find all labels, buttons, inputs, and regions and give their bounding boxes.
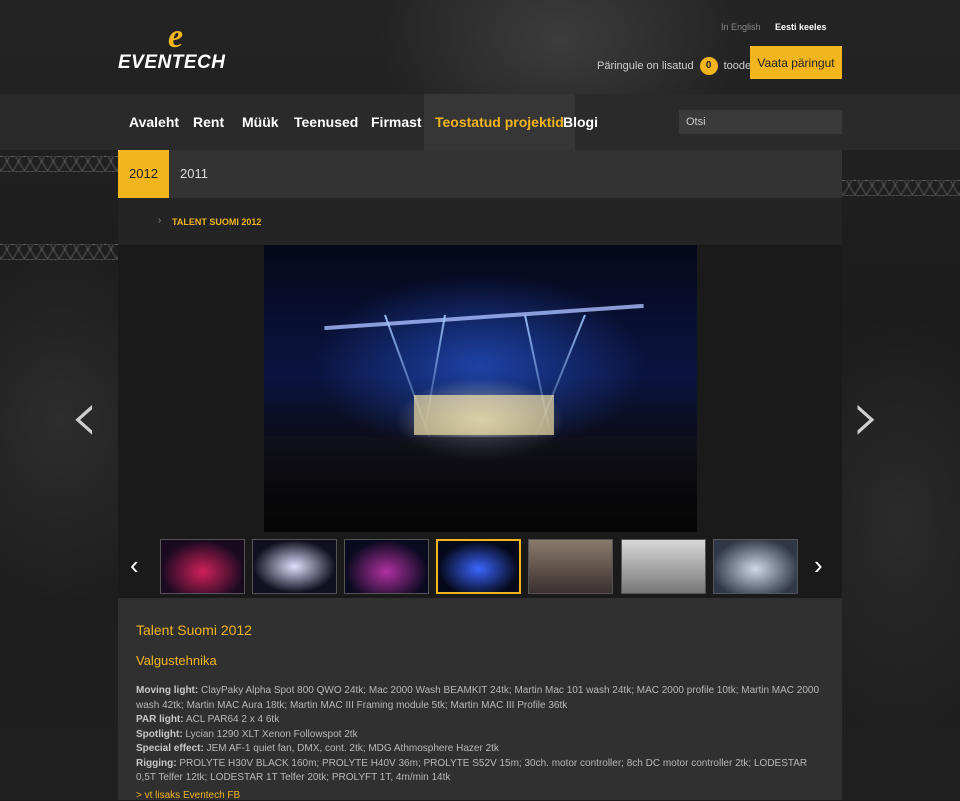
truss-decoration xyxy=(0,156,118,172)
thumbs-next-arrow[interactable]: › xyxy=(814,546,823,584)
main-nav: Avaleht Rent Müük Teenused Firmast Teost… xyxy=(0,94,960,150)
nav-teenused[interactable]: Teenused xyxy=(294,94,358,150)
equipment-row: Moving light: ClayPaky Alpha Spot 800 QW… xyxy=(136,685,820,711)
photo-gallery: ‹ › xyxy=(118,245,842,598)
search-input[interactable]: Otsi xyxy=(679,110,842,134)
main-photo[interactable] xyxy=(264,245,697,532)
section-heading: Valgustehnika xyxy=(136,653,217,668)
equipment-row: Rigging: PROLYTE H30V BLACK 160m; PROLYT… xyxy=(136,757,808,784)
thumbnail[interactable] xyxy=(621,539,706,594)
thumbnail-strip: ‹ › xyxy=(118,532,842,598)
view-request-button[interactable]: Vaata päringut xyxy=(750,46,842,79)
equipment-row: Spotlight: Lycian 1290 XLT Xenon Follows… xyxy=(136,728,358,740)
tab-year-2012[interactable]: 2012 xyxy=(118,150,169,204)
nav-avaleht[interactable]: Avaleht xyxy=(129,94,179,150)
equipment-row: PAR light: ACL PAR64 2 x 4 6tk xyxy=(136,714,280,725)
stage-glow xyxy=(414,395,554,435)
nav-muuk[interactable]: Müük xyxy=(242,94,279,150)
project-breadcrumb: › TALENT SUOMI 2012 xyxy=(118,198,842,245)
stage-truss xyxy=(324,303,644,331)
audience xyxy=(264,437,697,532)
eventech-logo[interactable]: e EVENTECH xyxy=(118,18,250,74)
site-header: e EVENTECH In English Eesti keeles Pärin… xyxy=(0,0,960,94)
thumbs-prev-arrow[interactable]: ‹ xyxy=(130,546,139,584)
cart-prefix: Päringule on lisatud xyxy=(597,60,694,72)
nav-teostatud-projektid[interactable]: Teostatud projektid xyxy=(424,94,575,150)
thumbnail[interactable] xyxy=(252,539,337,594)
logo-e-mark: e xyxy=(168,18,184,55)
next-project-arrow[interactable]: › xyxy=(852,380,881,452)
facebook-more-link[interactable]: > vt lisaks Eventech FB xyxy=(136,790,240,801)
thumbnail[interactable] xyxy=(160,539,245,594)
thumbnail-active[interactable] xyxy=(436,539,521,594)
prev-project-arrow[interactable]: ‹ xyxy=(70,380,99,452)
thumbnail[interactable] xyxy=(713,539,798,594)
project-content: 2012 2011 › TALENT SUOMI 2012 ‹ › Talent… xyxy=(118,150,842,801)
nav-firmast[interactable]: Firmast xyxy=(371,94,422,150)
logo-wordmark: EVENTECH xyxy=(118,52,226,73)
year-tabs: 2012 2011 xyxy=(118,150,842,204)
project-details: Talent Suomi 2012 Valgustehnika Moving l… xyxy=(118,598,842,801)
thumbnail[interactable] xyxy=(344,539,429,594)
project-title: Talent Suomi 2012 xyxy=(136,622,252,638)
tab-year-2011[interactable]: 2011 xyxy=(180,150,208,198)
truss-decoration xyxy=(0,244,118,260)
lang-estonian-link[interactable]: Eesti keeles xyxy=(775,22,827,32)
cart-summary: Päringule on lisatud 0 toodet xyxy=(597,57,754,75)
lang-english-link[interactable]: In English xyxy=(721,22,761,32)
nav-rent[interactable]: Rent xyxy=(193,94,224,150)
cart-count-badge: 0 xyxy=(699,57,718,75)
chevron-right-icon: › xyxy=(158,215,162,226)
breadcrumb-project-link[interactable]: TALENT SUOMI 2012 xyxy=(172,217,261,227)
equipment-list: Moving light: ClayPaky Alpha Spot 800 QW… xyxy=(136,684,826,786)
nav-blogi[interactable]: Blogi xyxy=(563,94,598,150)
equipment-row: Special effect: JEM AF-1 quiet fan, DMX,… xyxy=(136,743,499,754)
thumbnail[interactable] xyxy=(528,539,613,594)
truss-decoration xyxy=(842,180,960,196)
